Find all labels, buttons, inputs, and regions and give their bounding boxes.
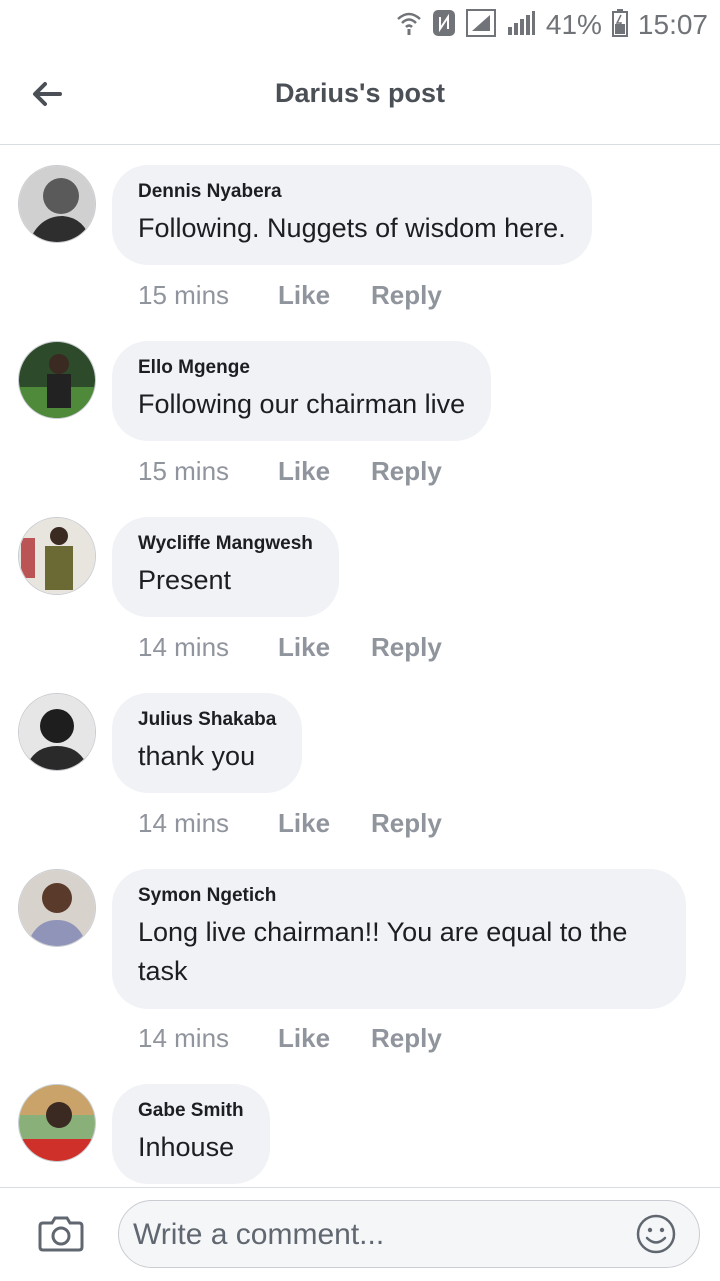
like-button[interactable]: Like [278, 1023, 371, 1054]
comment-text: Long live chairman!! You are equal to th… [138, 917, 628, 986]
comment-text: Inhouse [138, 1132, 235, 1162]
reply-button[interactable]: Reply [371, 632, 442, 663]
comment-text: Present [138, 565, 232, 595]
reply-button[interactable]: Reply [371, 280, 442, 311]
comment-bubble[interactable]: Dennis Nyabera Following. Nuggets of wis… [112, 165, 592, 265]
avatar[interactable] [18, 1084, 96, 1162]
camera-icon[interactable] [38, 1210, 84, 1256]
comment-author[interactable]: Ello Mgenge [138, 357, 465, 379]
signal-icon [465, 8, 496, 42]
comment-bubble[interactable]: Wycliffe Mangwesh Present [112, 517, 339, 617]
comment-input[interactable] [131, 1211, 625, 1259]
comment-author[interactable]: Wycliffe Mangwesh [138, 533, 313, 555]
comment-time: 14 mins [138, 632, 230, 662]
comment-text: Following. Nuggets of wisdom here. [138, 213, 566, 243]
comment-bubble[interactable]: Ello Mgenge Following our chairman live [112, 341, 492, 441]
comment-actions: 14 mins Like Reply [138, 808, 442, 839]
like-button[interactable]: Like [278, 280, 371, 311]
comment-composer [0, 1187, 720, 1281]
battery-percent: 41% [545, 9, 602, 40]
like-button[interactable]: Like [278, 632, 371, 663]
reply-button[interactable]: Reply [371, 1023, 442, 1054]
reply-button[interactable]: Reply [371, 456, 442, 487]
comment-actions: 14 mins Like Reply [138, 632, 442, 663]
like-button[interactable]: Like [278, 808, 371, 839]
comment-text: Following our chairman live [138, 389, 466, 419]
comment-actions: 14 mins Like Reply [138, 1023, 442, 1054]
comment-input-container[interactable] [118, 1200, 700, 1268]
reply-button[interactable]: Reply [371, 808, 442, 839]
comment-time: 14 mins [138, 808, 230, 838]
comment-time: 15 mins [138, 280, 230, 310]
comment-bubble[interactable]: Gabe Smith Inhouse [112, 1084, 270, 1184]
header-bar: Darius's post [0, 50, 720, 145]
like-button[interactable]: Like [278, 456, 371, 487]
wifi-icon [396, 9, 422, 42]
avatar[interactable] [18, 165, 96, 243]
comment-author[interactable]: Gabe Smith [138, 1100, 244, 1122]
comment-time: 15 mins [138, 456, 230, 486]
comment-bubble[interactable]: Symon Ngetich Long live chairman!! You a… [112, 869, 686, 1009]
comment-author[interactable]: Dennis Nyabera [138, 181, 566, 203]
comment-text: thank you [138, 741, 256, 771]
avatar[interactable] [18, 869, 96, 947]
status-bar: 41% 15:07 [0, 0, 720, 50]
battery-icon [611, 8, 628, 42]
comment-bubble[interactable]: Julius Shakaba thank you [112, 693, 303, 793]
smiley-icon[interactable] [635, 1213, 677, 1255]
signal-icon [506, 9, 536, 42]
nfc-icon [432, 9, 456, 42]
status-icons: 41% 15:07 [396, 6, 708, 44]
comment-actions: 15 mins Like Reply [138, 456, 442, 487]
page-title: Darius's post [275, 78, 445, 108]
comment-time: 14 mins [138, 1023, 230, 1053]
avatar[interactable] [18, 693, 96, 771]
avatar[interactable] [18, 517, 96, 595]
comment-actions: 15 mins Like Reply [138, 280, 442, 311]
comment-author[interactable]: Julius Shakaba [138, 709, 276, 731]
avatar[interactable] [18, 341, 96, 419]
clock: 15:07 [637, 9, 708, 40]
comment-author[interactable]: Symon Ngetich [138, 885, 660, 907]
